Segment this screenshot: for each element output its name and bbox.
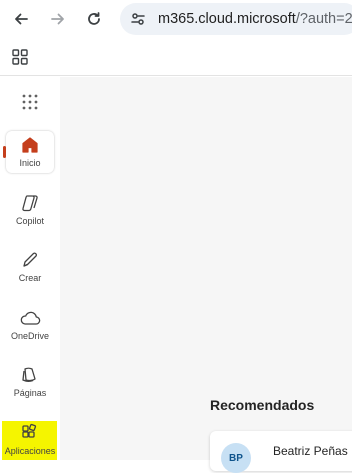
address-bar[interactable]: m365.cloud.microsoft/?auth=2 <box>120 3 352 35</box>
rail-item-crear[interactable]: Crear <box>4 250 56 283</box>
rail-item-label: Páginas <box>13 388 47 398</box>
rail-item-label: Copilot <box>15 216 44 226</box>
back-button[interactable] <box>8 6 34 32</box>
rail-item-label: OneDrive <box>10 331 49 341</box>
app-launcher-icon[interactable] <box>21 93 39 116</box>
pages-icon <box>22 367 36 382</box>
back-arrow-icon <box>15 13 28 25</box>
recommended-card[interactable]: BP Beatriz Peñas <box>210 431 352 473</box>
rail-item-onedrive[interactable]: OneDrive <box>4 308 56 341</box>
rail-item-label: Aplicaciones <box>4 446 56 456</box>
section-title-recomendados: Recomendados <box>210 397 315 413</box>
person-name: Beatriz Peñas <box>273 444 348 458</box>
forward-arrow-icon <box>51 13 64 25</box>
pen-icon <box>23 252 37 267</box>
rail-item-label: Crear <box>18 273 42 283</box>
reload-button[interactable] <box>81 6 107 32</box>
url-text[interactable]: m365.cloud.microsoft/?auth=2 <box>158 11 352 27</box>
copilot-icon <box>22 195 38 212</box>
rail-item-paginas[interactable]: Páginas <box>4 365 56 398</box>
browser-toolbar: m365.cloud.microsoft/?auth=2 <box>0 0 352 38</box>
apps-icon <box>22 423 37 438</box>
avatar: BP <box>221 443 251 473</box>
reload-icon <box>88 12 100 25</box>
browser-apps-icon[interactable] <box>12 49 28 70</box>
forward-button[interactable] <box>45 6 71 32</box>
cloud-icon <box>20 311 41 325</box>
site-info-icon[interactable] <box>130 11 146 32</box>
home-icon <box>22 137 38 153</box>
rail-item-label: Inicio <box>19 158 41 168</box>
url-host: m365.cloud.microsoft <box>158 11 296 27</box>
rail-item-aplicaciones[interactable]: Aplicaciones <box>4 423 56 456</box>
rail-item-copilot[interactable]: Copilot <box>4 193 56 226</box>
rail-item-inicio[interactable]: Inicio <box>4 135 56 168</box>
bookmarks-bar <box>0 38 352 76</box>
url-path: /?auth=2 <box>295 11 352 27</box>
